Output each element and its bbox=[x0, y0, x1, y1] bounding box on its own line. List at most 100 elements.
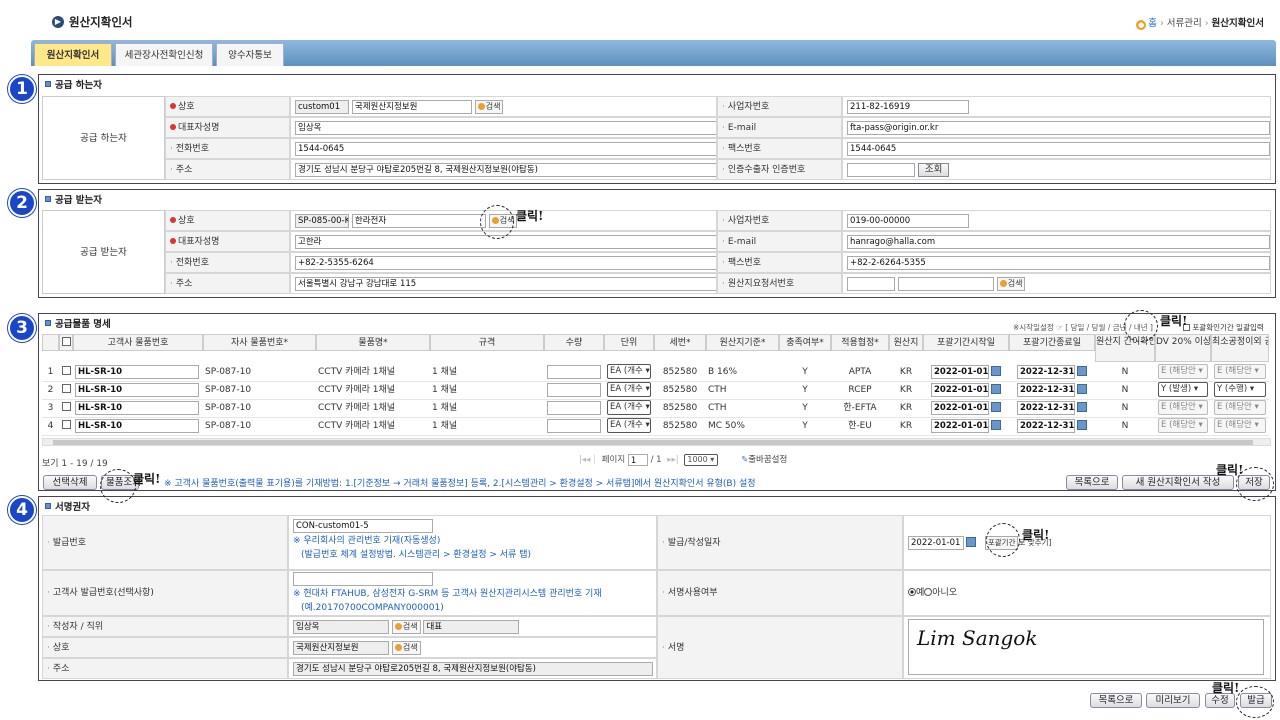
calendar-icon[interactable] bbox=[966, 537, 976, 547]
grid-header-cell[interactable]: 단위 bbox=[604, 334, 654, 351]
unit-select[interactable]: EA (개수 ▾ bbox=[607, 382, 651, 397]
supplier-name-input[interactable]: 국제원산지정보원 bbox=[351, 99, 472, 114]
tab-origin-certificate[interactable]: 원산지확인서 bbox=[34, 43, 112, 66]
grid-header-cell[interactable]: 세번* bbox=[654, 334, 706, 351]
grid-header-cell[interactable]: 물품명* bbox=[316, 334, 430, 351]
min-select[interactable]: Y (수행) ▾ bbox=[1214, 382, 1266, 397]
supplier-tel-input[interactable]: 1544-0645 bbox=[295, 141, 716, 156]
customer-item-no-input[interactable]: HL-SR-10 bbox=[75, 400, 199, 415]
buyer-tel-input[interactable]: +82-2-5355-6264 bbox=[295, 255, 716, 270]
grid-header-cell[interactable]: 포괄기간종료일 bbox=[1009, 334, 1095, 351]
start-date-input[interactable]: 2022-01-01 bbox=[931, 382, 989, 397]
supplier-email-input[interactable]: fta-pass@origin.or.kr bbox=[847, 120, 1270, 135]
start-date-input[interactable]: 2022-01-01 bbox=[931, 364, 989, 379]
select-all-checkbox[interactable] bbox=[61, 337, 71, 346]
supplier-cert-input[interactable] bbox=[847, 162, 915, 177]
buyer-req-search-button[interactable]: 검색 bbox=[996, 276, 1026, 291]
unit-select[interactable]: EA (개수 ▾ bbox=[607, 364, 651, 379]
supplier-fax-input[interactable]: 1544-0645 bbox=[847, 141, 1270, 156]
row-checkbox[interactable] bbox=[61, 384, 71, 393]
calendar-icon[interactable] bbox=[1077, 366, 1087, 376]
grid-header-cell[interactable]: 수량 bbox=[544, 334, 604, 351]
unit-select[interactable]: EA (개수 ▾ bbox=[607, 400, 651, 415]
company-input[interactable]: 국제원산지정보원 bbox=[293, 640, 389, 655]
first-page-icon[interactable]: |◂◂ bbox=[579, 455, 590, 465]
row-checkbox[interactable] bbox=[61, 420, 71, 429]
buyer-name-input[interactable]: 한라전자 bbox=[351, 213, 486, 228]
tab-transferee-notice[interactable]: 양수자통보 bbox=[216, 43, 284, 66]
calendar-icon[interactable] bbox=[1077, 384, 1087, 394]
dv-select[interactable]: E (해당안 ▾ bbox=[1158, 400, 1208, 415]
list-button[interactable]: 목록으로 bbox=[1066, 475, 1118, 490]
grid-header-cell[interactable]: 고객사 물품번호 bbox=[73, 334, 203, 351]
dv-select[interactable]: E (해당안 ▾ bbox=[1158, 418, 1208, 433]
per-page-select[interactable]: 1000 ▾ bbox=[684, 453, 719, 466]
writer-input[interactable]: 임상옥 bbox=[293, 619, 389, 634]
buyer-email-input[interactable]: hanrago@halla.com bbox=[847, 234, 1270, 249]
calendar-icon[interactable] bbox=[1077, 420, 1087, 430]
quantity-input[interactable] bbox=[547, 418, 601, 433]
calendar-icon[interactable] bbox=[1077, 402, 1087, 412]
preview-button[interactable]: 미리보기 bbox=[1146, 693, 1200, 708]
calendar-icon[interactable] bbox=[991, 384, 1001, 394]
breadcrumb-home[interactable]: 홈 bbox=[1148, 18, 1157, 29]
company-search-button[interactable]: 검색 bbox=[391, 640, 421, 655]
min-select[interactable]: E (해당안 ▾ bbox=[1214, 400, 1266, 415]
supplier-lookup-button[interactable]: 조회 bbox=[917, 162, 950, 177]
buyer-bizno-input[interactable]: 019-00-00000 bbox=[847, 213, 969, 228]
quantity-input[interactable] bbox=[547, 382, 601, 397]
next-page-icon[interactable]: ▸▸| bbox=[667, 455, 678, 465]
horizontal-scrollbar[interactable] bbox=[42, 438, 1271, 446]
grid-header-cell[interactable] bbox=[42, 334, 59, 351]
customer-item-no-input[interactable]: HL-SR-10 bbox=[75, 418, 199, 433]
grid-header-cell[interactable]: 규격 bbox=[430, 334, 544, 351]
buyer-req-input-2[interactable] bbox=[897, 276, 994, 291]
grid-header-cell[interactable]: 충족여부* bbox=[779, 334, 831, 351]
end-date-input[interactable]: 2022-12-31 bbox=[1017, 364, 1075, 379]
supplier-search-button[interactable]: 검색 bbox=[474, 99, 504, 114]
end-date-input[interactable]: 2022-12-31 bbox=[1017, 382, 1075, 397]
min-select[interactable]: E (해당안 ▾ bbox=[1214, 418, 1266, 433]
dv-select[interactable]: E (해당안 ▾ bbox=[1158, 364, 1208, 379]
supplier-bizno-input[interactable]: 211-82-16919 bbox=[847, 99, 969, 114]
calendar-icon[interactable] bbox=[991, 402, 1001, 412]
page-number-input[interactable]: 1 bbox=[627, 453, 648, 466]
buyer-ceo-input[interactable]: 고한라 bbox=[295, 234, 716, 249]
writer-search-button[interactable]: 검색 bbox=[391, 619, 421, 634]
sort-settings-link[interactable]: ✎줄바꿈설정 bbox=[741, 455, 787, 465]
supplier-code-input[interactable]: custom01 bbox=[295, 99, 349, 114]
grid-header-cell[interactable]: 원산지 bbox=[889, 334, 923, 351]
start-date-input[interactable]: 2022-01-01 bbox=[931, 400, 989, 415]
min-select[interactable]: E (해당안 ▾ bbox=[1214, 364, 1266, 379]
calendar-icon[interactable] bbox=[991, 420, 1001, 430]
breadcrumb-item[interactable]: 서류관리 bbox=[1167, 18, 1202, 29]
grid-header-cell[interactable] bbox=[59, 334, 73, 351]
grid-header-cell[interactable]: 원산지기준* bbox=[706, 334, 779, 351]
buyer-fax-input[interactable]: +82-2-6264-5355 bbox=[847, 255, 1270, 270]
quantity-input[interactable] bbox=[547, 400, 601, 415]
signer-addr-input[interactable]: 경기도 성남시 분당구 야탑로205번길 8, 국제원산지정보원(야탑동) bbox=[293, 661, 653, 676]
customer-item-no-input[interactable]: HL-SR-10 bbox=[75, 364, 199, 379]
issue-no-input[interactable]: CON-custom01-5 bbox=[293, 519, 433, 533]
calendar-icon[interactable] bbox=[991, 366, 1001, 376]
grid-header-cell[interactable]: DV 20% 이상발생여부 bbox=[1155, 334, 1211, 362]
buyer-code-input[interactable]: SP-085-00-K bbox=[295, 213, 349, 228]
bottom-list-button[interactable]: 목록으로 bbox=[1090, 693, 1142, 708]
supplier-addr-input[interactable]: 경기도 성남시 분당구 야탑로205번길 8, 국제원산지정보원(야탑동) bbox=[295, 162, 716, 177]
start-date-input[interactable]: 2022-01-01 bbox=[931, 418, 989, 433]
end-date-input[interactable]: 2022-12-31 bbox=[1017, 418, 1075, 433]
grid-header-cell[interactable]: 포괄기간시작일 bbox=[923, 334, 1009, 351]
dv-select[interactable]: Y (발생) ▾ bbox=[1158, 382, 1208, 397]
row-checkbox[interactable] bbox=[61, 366, 71, 375]
grid-header-cell[interactable]: 최소공정이외 공정수행여부 bbox=[1211, 334, 1269, 362]
issue-date-input[interactable]: 2022-01-01 bbox=[908, 535, 964, 550]
items-bulk-input[interactable]: 포괄확인기간 일괄입력 bbox=[1183, 322, 1264, 333]
position-input[interactable]: 대표 bbox=[423, 619, 520, 634]
quantity-input[interactable] bbox=[547, 364, 601, 379]
customer-item-no-input[interactable]: HL-SR-10 bbox=[75, 382, 199, 397]
row-checkbox[interactable] bbox=[61, 402, 71, 411]
customer-issue-no-input[interactable] bbox=[293, 572, 433, 586]
sig-use-yes-radio[interactable] bbox=[908, 588, 916, 596]
unit-select[interactable]: EA (개수 ▾ bbox=[607, 418, 651, 433]
delete-selected-button[interactable]: 선택삭제 bbox=[43, 475, 97, 490]
